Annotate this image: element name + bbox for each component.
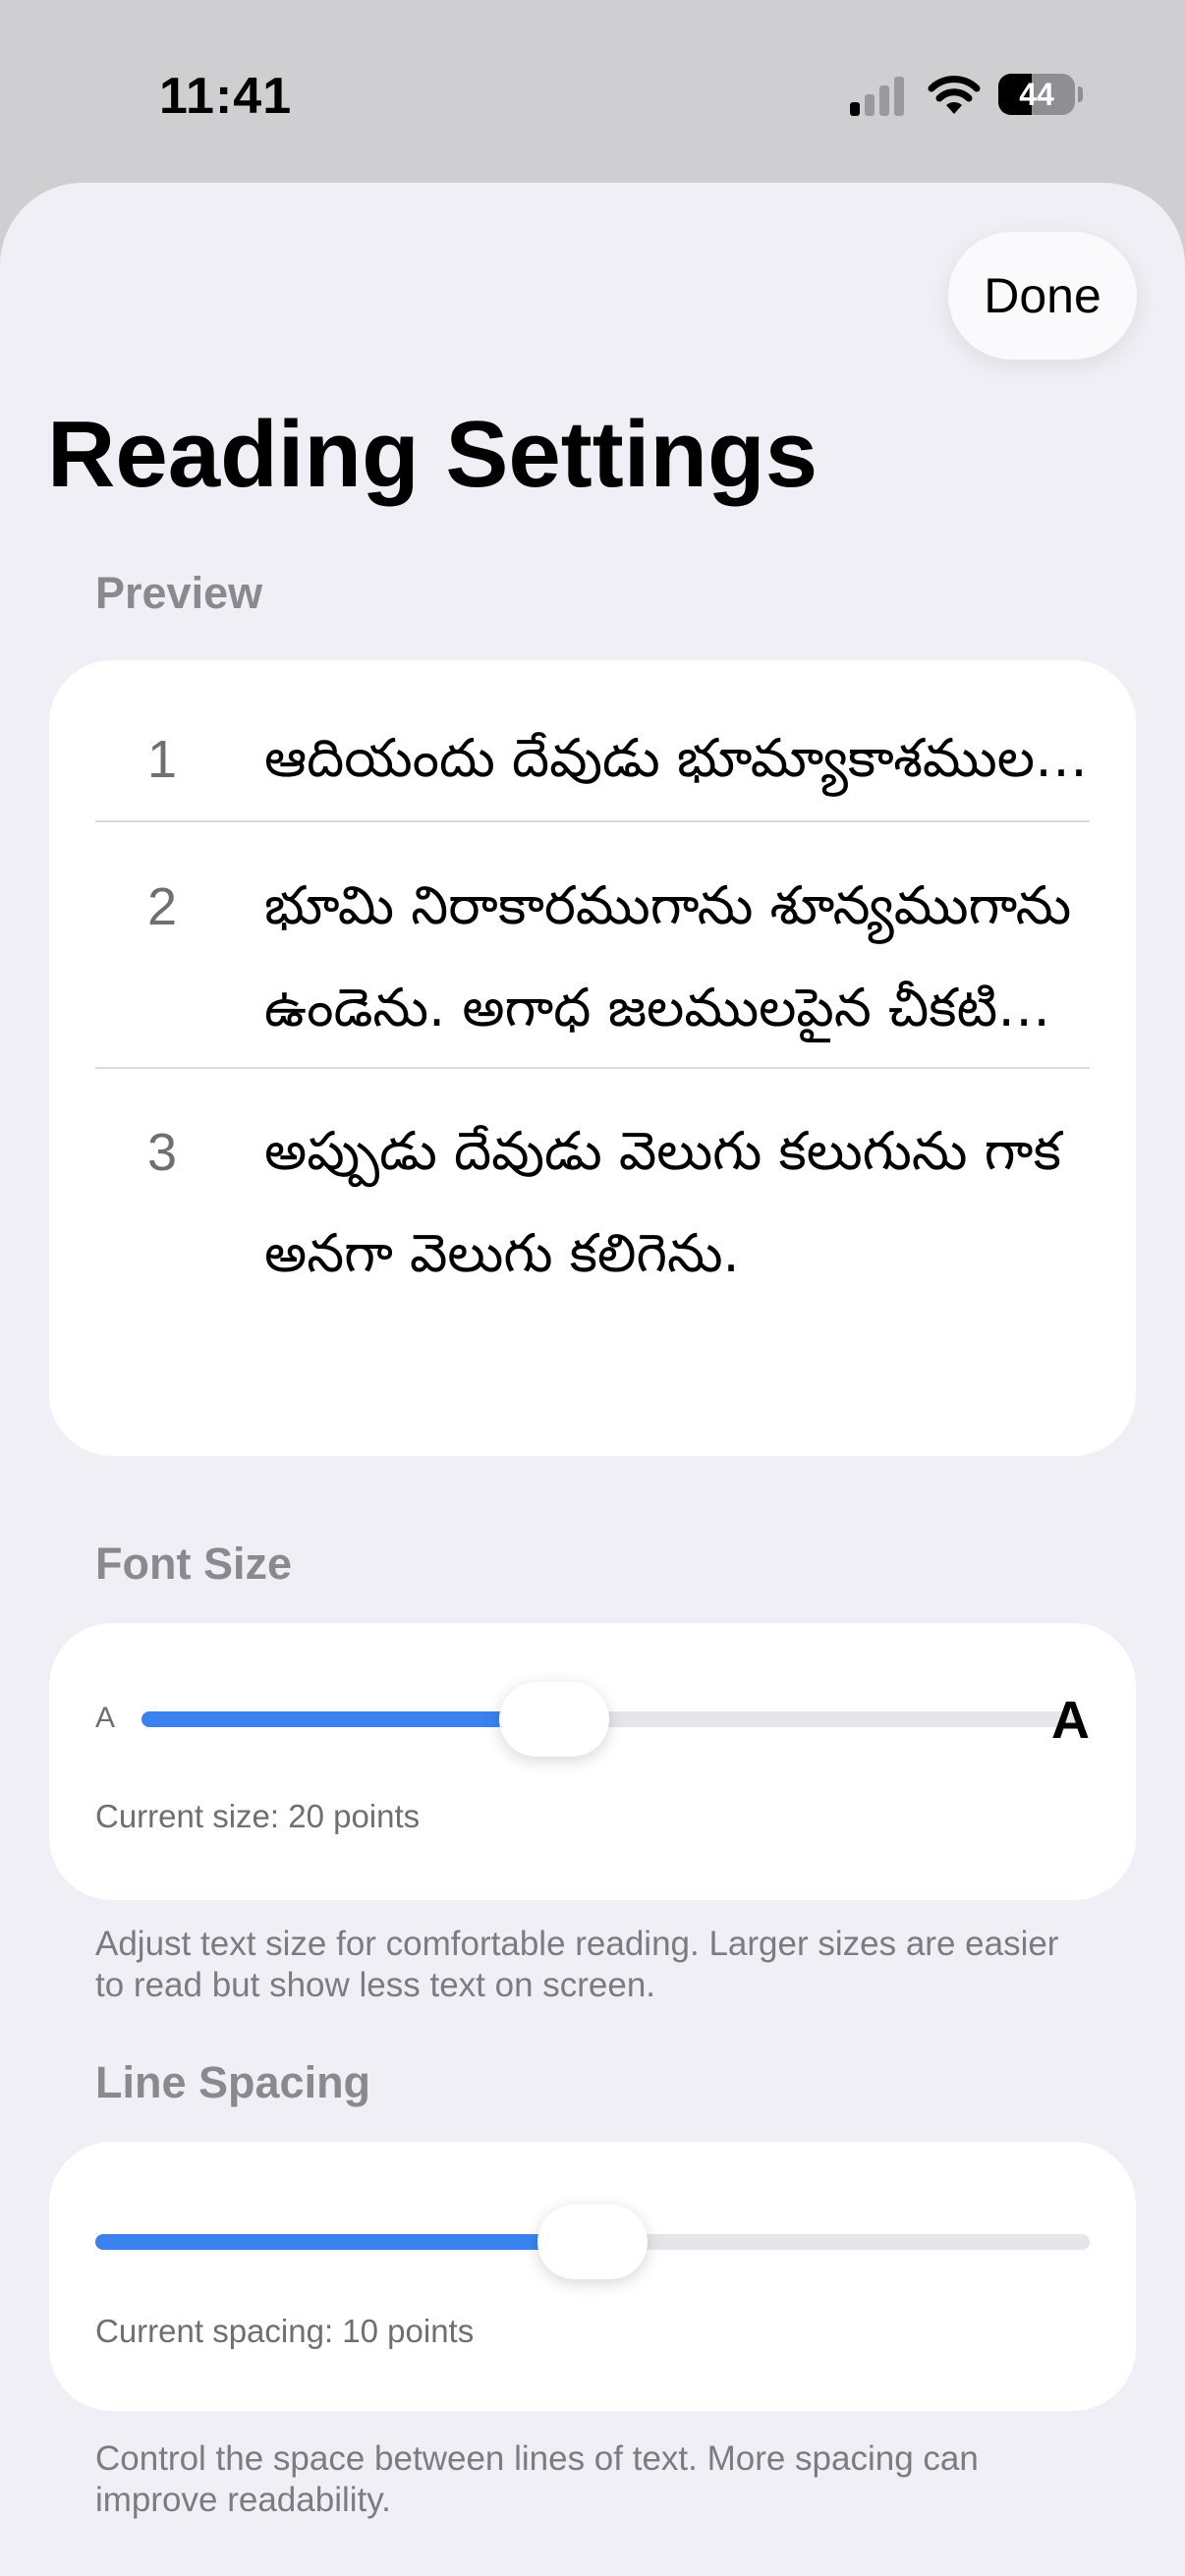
line-spacing-footer: Control the space between lines of text.… <box>95 2439 979 2519</box>
small-text-icon: A <box>95 1702 116 1734</box>
preview-card: 1 ఆదియందు దేవుడు భూమ్యాకాశములను సృజించెన… <box>49 660 1136 1456</box>
font-size-current-value: Current size: 20 points <box>95 1798 421 1834</box>
page-title: Reading Settings <box>47 402 818 507</box>
line-spacing-header: Line Spacing <box>95 2057 371 2107</box>
verse-row-2: 2 భూమి నిరాకారముగాను శూన్యముగాను ఉండెను.… <box>95 855 1090 1059</box>
line-spacing-current-value: Current spacing: 10 points <box>95 2313 475 2349</box>
verse-number: 3 <box>146 1123 178 1182</box>
large-text-icon: A <box>1051 1691 1090 1750</box>
verse-text: ఆదియందు దేవుడు భూమ్యాకాశములను సృజించెను. <box>264 727 1090 789</box>
cellular-signal-icon <box>850 77 904 116</box>
verse-number: 2 <box>146 877 178 936</box>
verse-divider <box>95 1067 1090 1069</box>
line-spacing-slider[interactable] <box>95 2205 1090 2279</box>
font-size-footer: Adjust text size for comfortable reading… <box>95 1925 1059 2004</box>
battery-level: 44 <box>1019 77 1054 112</box>
verse-number: 1 <box>146 730 178 789</box>
battery-icon: 44 <box>998 74 1083 117</box>
font-size-slider-thumb[interactable] <box>498 1682 609 1757</box>
font-size-header: Font Size <box>95 1539 292 1589</box>
preview-header: Preview <box>95 568 263 618</box>
battery-body: 44 <box>998 74 1075 115</box>
line-spacing-slider-fill <box>95 2234 592 2250</box>
font-size-slider[interactable] <box>141 1682 1079 1757</box>
verse-text: అప్పుడు దేవుడు వెలుగు కలుగును గాక అనగా వ… <box>264 1120 1061 1284</box>
font-size-card: A A Current size: 20 points <box>49 1623 1136 1900</box>
line-spacing-slider-thumb[interactable] <box>537 2205 648 2279</box>
wifi-icon <box>928 76 981 114</box>
reading-settings-sheet: Done Reading Settings Preview 1 ఆదియందు … <box>0 183 1185 2576</box>
verse-divider <box>95 820 1090 822</box>
verse-row-3: 3 అప్పుడు దేవుడు వెలుగు కలుగును గాక అనగా… <box>95 1100 1090 1305</box>
battery-tip <box>1078 86 1083 102</box>
status-time: 11:41 <box>159 68 293 125</box>
font-size-slider-fill <box>141 1711 554 1727</box>
status-bar: 11:41 44 <box>0 0 1185 187</box>
verse-row-1: 1 ఆదియందు దేవుడు భూమ్యాకాశములను సృజించెన… <box>95 707 1090 810</box>
verse-text: భూమి నిరాకారముగాను శూన్యముగాను ఉండెను. అ… <box>264 874 1072 1038</box>
done-button[interactable]: Done <box>948 232 1137 360</box>
line-spacing-card: Current spacing: 10 points <box>49 2142 1136 2411</box>
